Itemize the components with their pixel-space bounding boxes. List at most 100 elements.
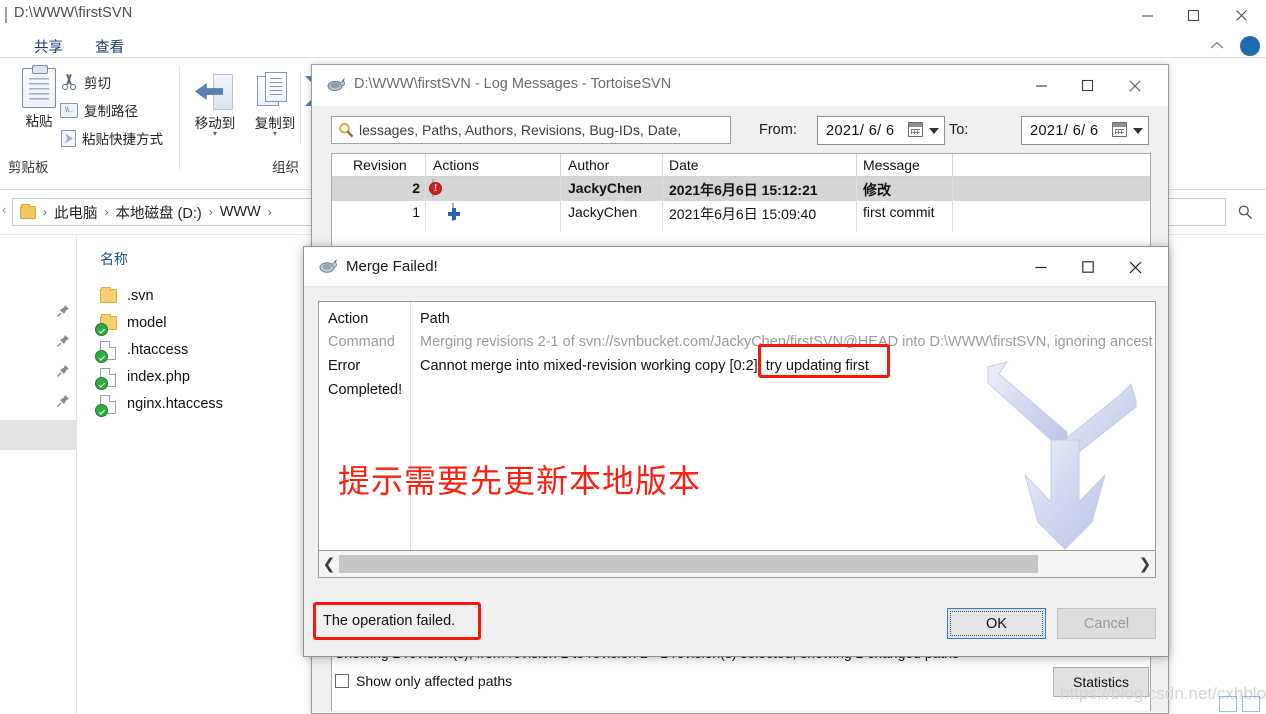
pin-icon[interactable] [56,334,70,348]
cell-revision: 1 [412,204,420,220]
breadcrumb-item-2[interactable]: WWW [220,204,261,220]
breadcrumb-item-1[interactable]: 本地磁盘 (D:) [116,202,202,223]
column-header-author[interactable]: Author [568,157,609,177]
pin-icon[interactable] [56,304,70,318]
tab-share[interactable]: 共享 [28,34,69,58]
show-affected-paths-checkbox[interactable]: Show only affected paths [335,673,512,689]
tortoise-icon [318,258,338,275]
column-header-revision[interactable]: Revision [353,157,407,177]
breadcrumb-item-0[interactable]: 此电脑 [54,202,98,223]
search-input[interactable]: lessages, Paths, Authors, Revisions, Bug… [331,116,731,144]
svn-normal-overlay-icon [95,349,108,363]
horizontal-scrollbar[interactable]: ❮ ❯ [318,551,1156,578]
copy-to-button[interactable]: 复制到 ▾ [244,66,306,138]
cancel-button[interactable]: Cancel [1057,608,1156,639]
merge-dialog-title: Merge Failed! [346,258,438,275]
scrollbar-thumb[interactable] [339,554,1038,573]
copy-path-icon: \\.. [60,103,78,118]
copy-path-button[interactable]: \\.. 复制路径 [60,100,138,120]
scrollbar-track[interactable] [339,551,1135,577]
merge-row-action: Completed! [328,382,403,398]
svn-normal-overlay-icon [95,376,108,390]
merge-row-action: Command [328,334,395,350]
cell-author: JackyChen [568,204,638,220]
ok-button[interactable]: OK [947,608,1046,639]
log-titlebar: D:\WWW\firstSVN - Log Messages - Tortois… [312,65,1168,106]
chevron-right-icon: › [208,205,213,219]
maximize-icon[interactable] [1065,247,1111,287]
list-item[interactable]: model [95,310,167,336]
cell-date: 2021年6月6日 15:09:40 [669,206,817,222]
chevron-up-icon[interactable] [1210,38,1224,53]
chevron-right-icon: › [43,205,47,219]
maximize-icon[interactable] [1170,0,1216,30]
table-row[interactable]: 1 JackyChen 2021年6月6日 15:09:40 first com… [332,201,1150,225]
chevron-right-icon[interactable]: ❯ [1135,552,1155,577]
folder-icon [20,203,36,219]
move-to-icon [184,66,246,112]
chevron-down-icon: ▾ [212,129,217,138]
chevron-right-icon: › [104,205,109,219]
explorer-ribbon-tabs: 共享 查看 [0,30,1266,58]
to-date-input[interactable]: 2021/ 6/ 6 [1021,116,1149,145]
ok-button-label: OK [986,615,1007,632]
statistics-button[interactable]: Statistics [1053,667,1149,697]
view-icon-small [1219,696,1237,712]
column-header-message[interactable]: Message [863,157,920,177]
minimize-icon[interactable] [1124,0,1170,30]
cell-date: 2021年6月6日 15:12:21 [669,182,818,198]
clipboard-group-label: 剪贴板 [8,160,49,175]
minimize-icon[interactable] [1018,65,1064,106]
chevron-left-icon[interactable]: ❮ [319,552,339,577]
tab-view[interactable]: 查看 [89,34,130,58]
back-arrow-icon[interactable]: ‹ [2,202,6,217]
pin-icon[interactable] [56,394,70,408]
chevron-down-icon: ▾ [272,129,277,138]
minimize-icon[interactable] [1018,247,1064,287]
list-item[interactable]: .svn [100,283,154,309]
merge-row-path: Merging revisions 2-1 of svn://svnbucket… [420,334,1153,350]
list-item[interactable]: index.php [95,364,190,390]
close-icon[interactable] [1218,0,1264,30]
nav-selected-item[interactable] [0,420,77,450]
to-label: To: [949,122,969,138]
cell-revision: 2 [412,180,420,196]
ribbon-group-clipboard: 粘贴 剪切 \\.. 复制路径 粘贴快捷方式 剪贴板 [0,58,180,182]
magnifier-icon [338,122,355,139]
doc-conflict-icon: ! [429,179,442,197]
navigation-pane [0,235,77,714]
chevron-down-icon[interactable] [929,128,939,134]
move-to-button[interactable]: 移动到 ▾ [184,66,246,138]
screen-root: D:\WWW\firstSVN 共享 查看 粘贴 剪切 \\.. 复制路径 粘贴… [0,0,1266,714]
list-item[interactable]: .htaccess [95,337,188,363]
from-date-input[interactable]: 2021/ 6/ 6 [817,116,945,145]
merge-arrow-icon [955,357,1155,550]
checkbox-box[interactable] [335,674,349,688]
cell-message: first commit [863,204,935,220]
column-header-actions[interactable]: Actions [433,157,479,177]
paste-icon [22,65,56,108]
help-icon[interactable] [1240,36,1260,56]
column-header-date[interactable]: Date [669,157,699,177]
cut-button[interactable]: 剪切 [60,72,111,92]
merge-log-list[interactable]: Action Path Command Merging revisions 2-… [318,301,1156,551]
view-icon-small [1242,696,1260,712]
maximize-icon[interactable] [1064,65,1110,106]
close-icon[interactable] [1112,247,1158,287]
search-icon[interactable] [1228,198,1262,226]
table-row[interactable]: 2 ! JackyChen 2021年6月6日 15:12:21 修改 [332,177,1150,201]
merge-failed-dialog: Merge Failed! Action Path Command Mergin… [303,246,1169,657]
paste-shortcut-button[interactable]: 粘贴快捷方式 [60,128,163,148]
close-icon[interactable] [1112,65,1158,106]
log-filter-bar: lessages, Paths, Authors, Revisions, Bug… [312,106,1168,153]
list-item[interactable]: nginx.htaccess [95,391,223,417]
file-icon [95,340,118,363]
pin-icon[interactable] [56,364,70,378]
checkbox-label: Show only affected paths [356,673,513,689]
search-placeholder: lessages, Paths, Authors, Revisions, Bug… [359,122,682,138]
paste-shortcut-label: 粘贴快捷方式 [82,132,163,147]
from-label: From: [759,122,797,138]
merge-row-path: Cannot merge into mixed-revision working… [420,358,869,374]
column-header-name[interactable]: 名称 [100,249,128,269]
chevron-down-icon[interactable] [1133,128,1143,134]
